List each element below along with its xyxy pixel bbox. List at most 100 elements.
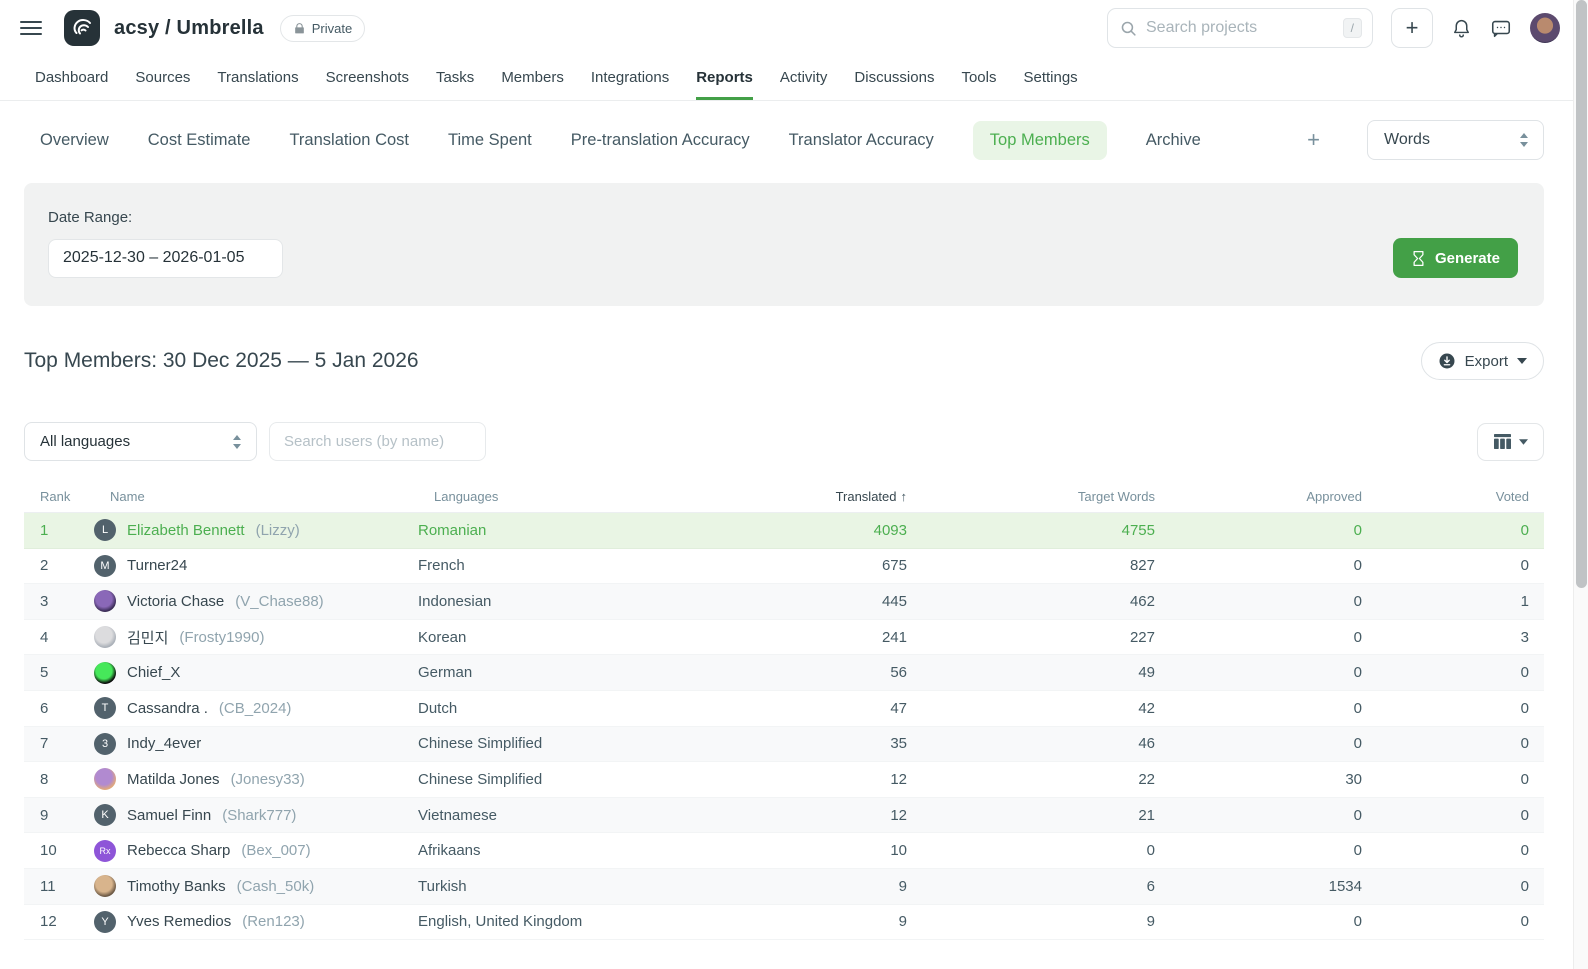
languages-cell: German <box>418 664 690 681</box>
member-username: (Bex_007) <box>241 842 310 859</box>
member-name[interactable]: Victoria Chase <box>127 593 224 610</box>
voted-cell: 0 <box>1362 664 1544 681</box>
member-avatar: Y <box>94 911 116 933</box>
chevron-updown-icon <box>232 435 242 449</box>
create-project-button[interactable]: + <box>1391 8 1433 48</box>
member-username: (Jonesy33) <box>231 771 305 788</box>
rank-cell: 3 <box>24 593 94 610</box>
voted-cell: 0 <box>1362 557 1544 574</box>
languages-cell: French <box>418 557 690 574</box>
member-username: (Shark777) <box>222 807 296 824</box>
report-tab-time-spent[interactable]: Time Spent <box>448 131 532 150</box>
table-row: 6TCassandra .(CB_2024)Dutch474200 <box>24 691 1544 727</box>
nav-tab-reports[interactable]: Reports <box>696 56 753 100</box>
generate-button[interactable]: Generate <box>1393 238 1518 278</box>
scrollbar-thumb[interactable] <box>1576 0 1587 588</box>
nav-tab-translations[interactable]: Translations <box>217 56 298 100</box>
member-avatar <box>94 626 116 648</box>
nav-tab-screenshots[interactable]: Screenshots <box>326 56 409 100</box>
nav-tab-dashboard[interactable]: Dashboard <box>35 56 108 100</box>
project-search[interactable]: / <box>1107 8 1373 48</box>
language-filter-select[interactable]: All languages <box>24 422 257 461</box>
report-tab-translation-cost[interactable]: Translation Cost <box>289 131 409 150</box>
date-range-input[interactable] <box>48 239 283 278</box>
rank-cell: 6 <box>24 700 94 717</box>
column-header-languages[interactable]: Languages <box>418 489 690 504</box>
notifications-button[interactable] <box>1451 18 1472 39</box>
member-name[interactable]: Elizabeth Bennett <box>127 522 245 539</box>
name-cell: Timothy Banks (Cash_50k) <box>94 875 418 897</box>
hourglass-icon <box>1411 250 1426 267</box>
member-name[interactable]: Samuel Finn <box>127 807 211 824</box>
report-generator-panel: Date Range: Generate <box>24 183 1544 306</box>
column-header-voted[interactable]: Voted <box>1362 489 1544 504</box>
name-cell: Victoria Chase(V_Chase88) <box>94 590 418 612</box>
approved-cell: 1534 <box>1155 878 1362 895</box>
app-logo[interactable] <box>64 10 100 46</box>
member-username: (Ren123) <box>242 913 305 930</box>
nav-tab-tools[interactable]: Tools <box>961 56 996 100</box>
voted-cell: 0 <box>1362 522 1544 539</box>
nav-tab-settings[interactable]: Settings <box>1023 56 1077 100</box>
nav-tab-integrations[interactable]: Integrations <box>591 56 669 100</box>
target-words-cell: 22 <box>907 771 1155 788</box>
export-button[interactable]: Export <box>1421 342 1544 380</box>
report-tab-top-members[interactable]: Top Members <box>973 121 1107 160</box>
table-row: 2MTurner24French67582700 <box>24 549 1544 585</box>
languages-cell: Indonesian <box>418 593 690 610</box>
member-name[interactable]: Cassandra . <box>127 700 208 717</box>
bell-icon <box>1451 18 1472 39</box>
nav-tab-sources[interactable]: Sources <box>135 56 190 100</box>
member-name[interactable]: Matilda Jones <box>127 771 220 788</box>
rank-cell: 7 <box>24 735 94 752</box>
report-tab-overview[interactable]: Overview <box>40 131 109 150</box>
name-cell: KSamuel Finn(Shark777) <box>94 804 418 826</box>
member-name[interactable]: 김민지 <box>127 627 168 648</box>
nav-tab-activity[interactable]: Activity <box>780 56 828 100</box>
approved-cell: 0 <box>1155 593 1362 610</box>
user-search-input[interactable] <box>269 422 486 461</box>
nav-tab-discussions[interactable]: Discussions <box>854 56 934 100</box>
user-avatar[interactable] <box>1530 13 1560 43</box>
name-cell: 김민지 (Frosty1990) <box>94 626 418 648</box>
report-tab-archive[interactable]: Archive <box>1146 131 1201 150</box>
search-input[interactable] <box>1146 19 1334 37</box>
name-cell: TCassandra .(CB_2024) <box>94 697 418 719</box>
column-header-rank[interactable]: Rank <box>24 489 94 504</box>
member-name[interactable]: Yves Remedios <box>127 913 231 930</box>
hamburger-menu-icon[interactable] <box>20 21 42 35</box>
translated-cell: 9 <box>690 913 907 930</box>
download-icon <box>1438 352 1456 370</box>
column-header-name[interactable]: Name <box>94 489 418 504</box>
member-avatar <box>94 590 116 612</box>
member-name[interactable]: Turner24 <box>127 557 187 574</box>
unit-select[interactable]: Words <box>1367 120 1544 160</box>
date-range-label: Date Range: <box>48 209 1518 226</box>
member-name[interactable]: Indy_4ever <box>127 735 201 752</box>
page-scrollbar[interactable] <box>1573 0 1588 969</box>
member-name[interactable]: Chief_X <box>127 664 180 681</box>
voted-cell: 0 <box>1362 700 1544 717</box>
report-tab-translator-accuracy[interactable]: Translator Accuracy <box>789 131 934 150</box>
report-tab-cost-estimate[interactable]: Cost Estimate <box>148 131 251 150</box>
column-header-translated[interactable]: Translated↑ <box>690 489 907 504</box>
add-report-tab-button[interactable]: + <box>1307 129 1320 151</box>
name-cell: LElizabeth Bennett(Lizzy) <box>94 519 418 541</box>
column-header-approved[interactable]: Approved <box>1155 489 1362 504</box>
target-words-cell: 21 <box>907 807 1155 824</box>
member-name[interactable]: Rebecca Sharp <box>127 842 230 859</box>
member-username: (Lizzy) <box>256 522 300 539</box>
table-body: 1LElizabeth Bennett(Lizzy)Romanian409347… <box>24 513 1544 940</box>
table-header: RankNameLanguagesTranslated↑Target Words… <box>24 481 1544 513</box>
report-tab-pre-translation-accuracy[interactable]: Pre-translation Accuracy <box>571 131 750 150</box>
nav-tab-members[interactable]: Members <box>501 56 564 100</box>
member-username: (Cash_50k) <box>237 878 315 895</box>
member-name[interactable]: Timothy Banks <box>127 878 226 895</box>
member-username: (Frosty1990) <box>179 629 264 646</box>
column-header-target-words[interactable]: Target Words <box>907 489 1155 504</box>
languages-cell: English, United Kingdom <box>418 913 690 930</box>
messages-button[interactable] <box>1490 17 1512 39</box>
nav-tab-tasks[interactable]: Tasks <box>436 56 474 100</box>
rank-cell: 5 <box>24 664 94 681</box>
columns-settings-button[interactable] <box>1477 423 1544 461</box>
